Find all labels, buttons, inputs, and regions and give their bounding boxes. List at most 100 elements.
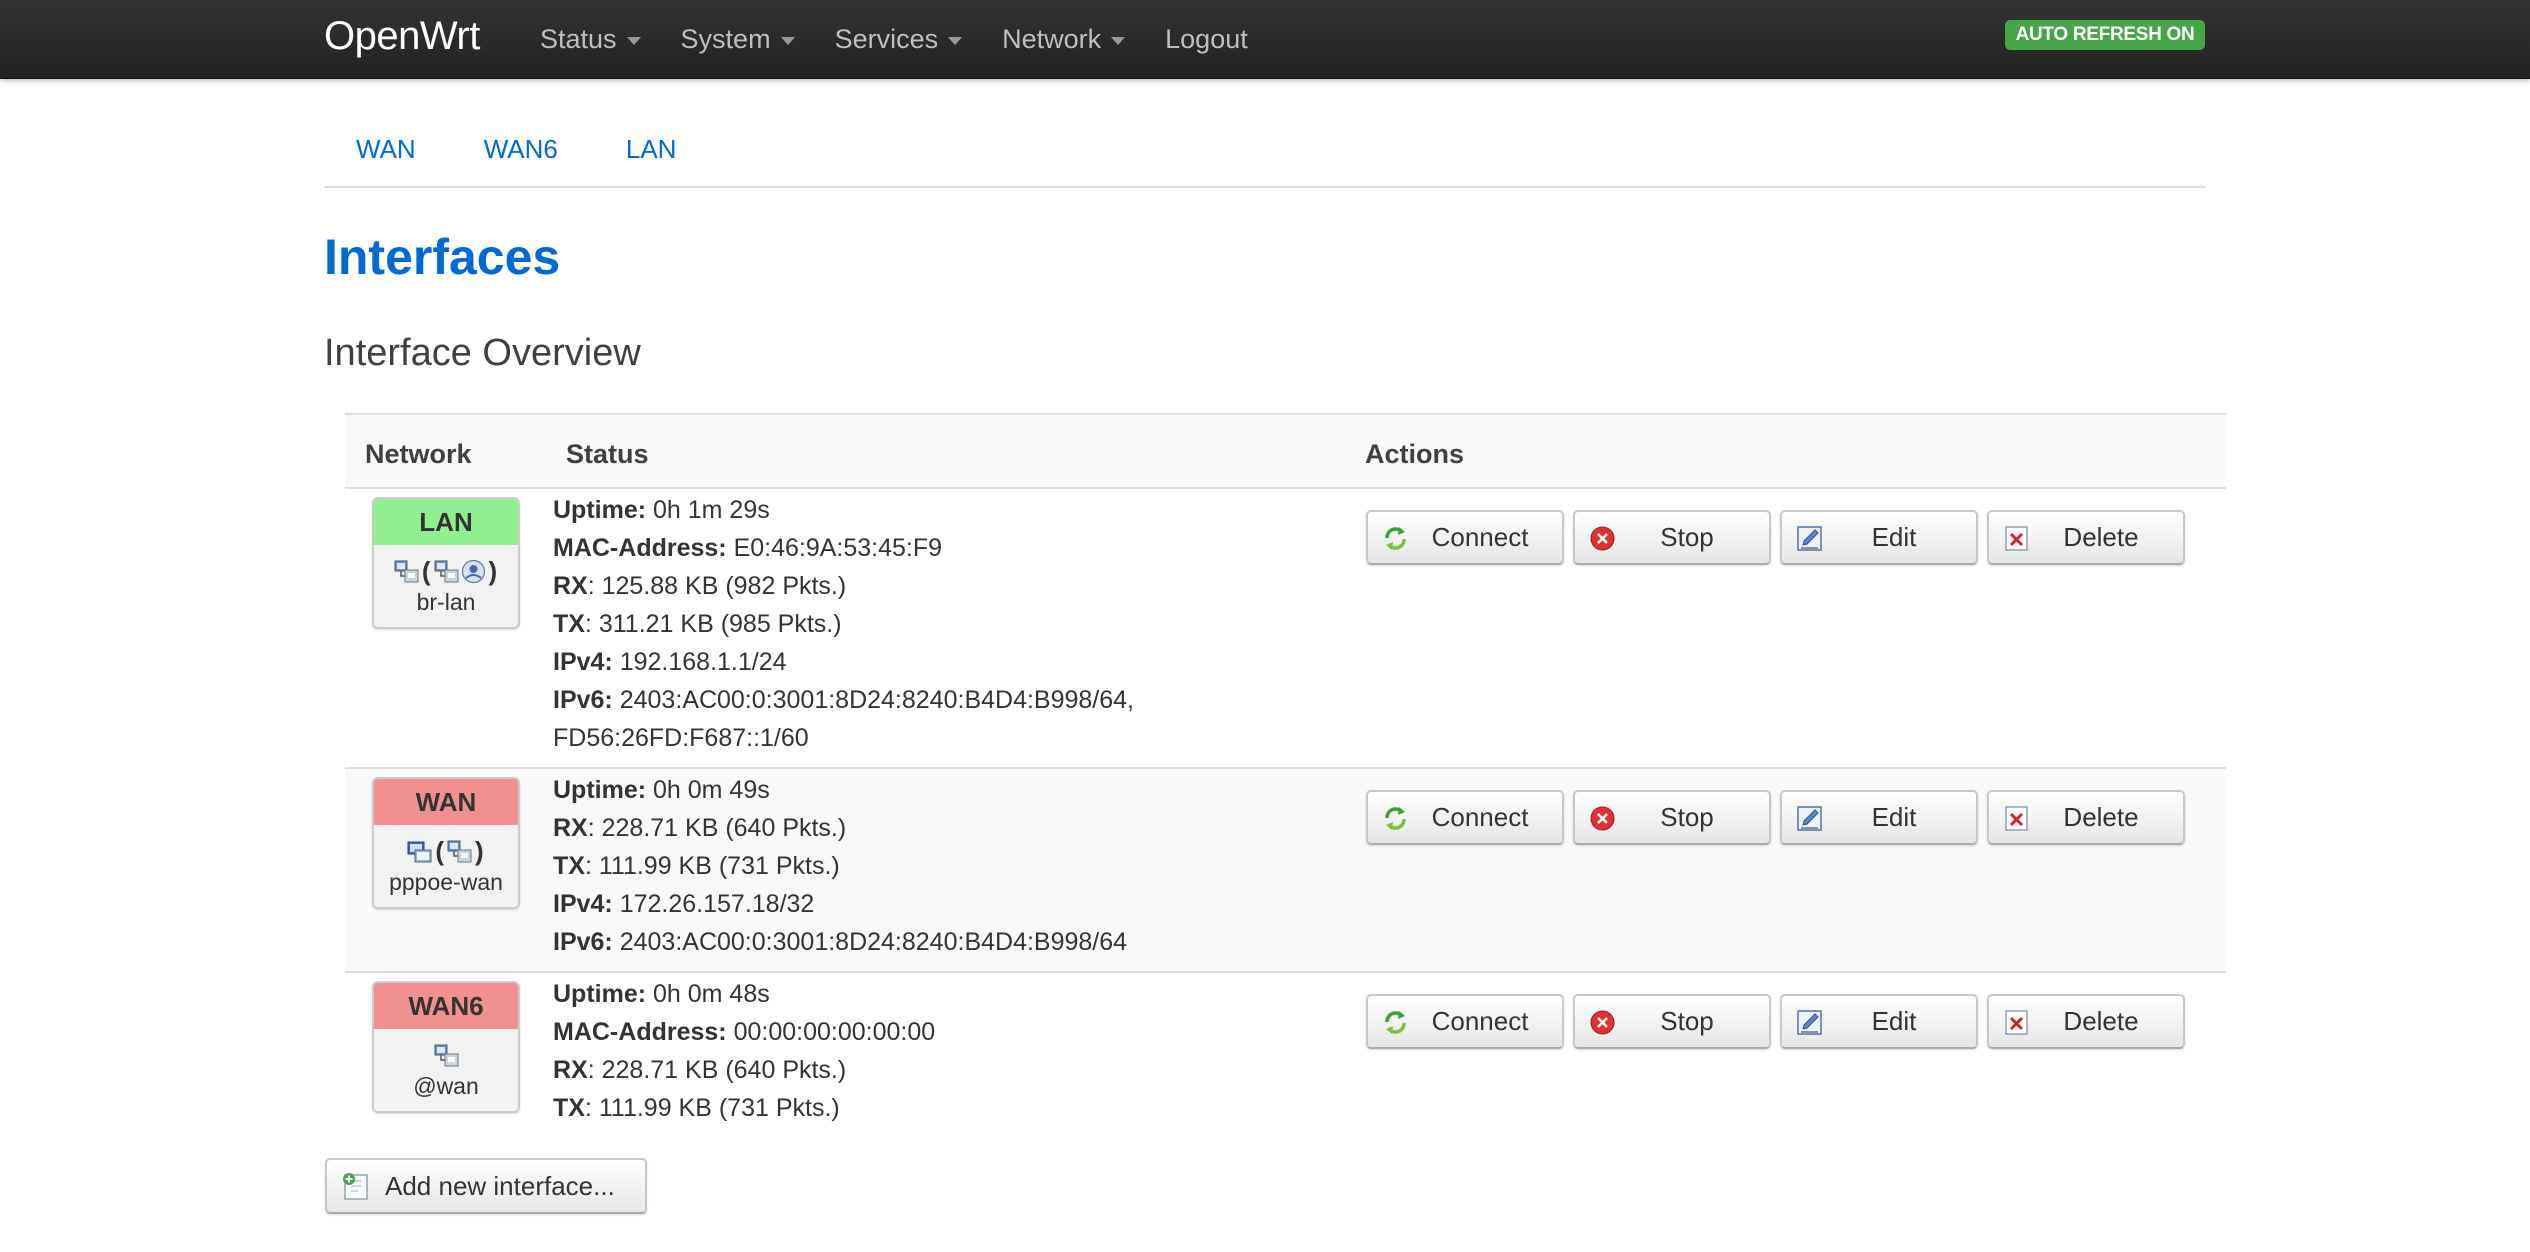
status-line: Uptime: 0h 0m 48s xyxy=(553,980,770,1008)
network-name: WAN6 xyxy=(374,983,518,1029)
status-line: RX: 228.71 KB (640 Pkts.) xyxy=(553,1056,847,1084)
interface-tabs: WAN WAN6 LAN xyxy=(324,118,2206,188)
caret-down-icon xyxy=(1111,37,1126,45)
delete-button[interactable]: Delete xyxy=(1987,994,2185,1049)
edit-icon xyxy=(1797,806,1822,831)
status-line: IPv4: 172.26.157.18/32 xyxy=(553,890,815,918)
page-title: Interfaces xyxy=(324,229,561,285)
menu-network[interactable]: Network xyxy=(1002,24,1126,55)
network-badge-wan6: WAN6 @wan xyxy=(372,981,520,1113)
menu-status-label: Status xyxy=(540,24,617,54)
paren-close: ) xyxy=(488,555,498,586)
status-info-wan6: Uptime: 0h 0m 48s MAC-Address: 00:00:00:… xyxy=(553,975,935,1127)
network-device: @wan xyxy=(413,1073,479,1099)
status-line: TX: 111.99 KB (731 Pkts.) xyxy=(553,1094,840,1122)
edit-icon xyxy=(1797,526,1822,551)
table-row-lan: LAN ( ) br-lan Uptime: 0h 1m 29s MAC-Add… xyxy=(345,489,2226,769)
table-row-wan: WAN ( ) pppoe-wan Uptime: 0h 0m 49s RX: … xyxy=(345,769,2226,973)
menu-network-label: Network xyxy=(1002,24,1102,54)
network-icons: ( ) xyxy=(374,825,518,869)
status-line: MAC-Address: E0:46:9A:53:45:F9 xyxy=(553,534,943,562)
edit-icon xyxy=(1797,1010,1822,1035)
network-device: pppoe-wan xyxy=(389,869,503,895)
menu-system-label: System xyxy=(680,24,771,54)
menu-services-label: Services xyxy=(834,24,939,54)
actions-wan6: Connect Stop Edit Delete xyxy=(1366,994,2194,1049)
network-badge-lan: LAN ( ) br-lan xyxy=(372,497,520,629)
network-badge-wan: WAN ( ) pppoe-wan xyxy=(372,777,520,909)
status-line: TX: 111.99 KB (731 Pkts.) xyxy=(553,852,840,880)
delete-icon xyxy=(2004,525,2029,552)
delete-button[interactable]: Delete xyxy=(1987,790,2185,845)
tab-lan[interactable]: LAN xyxy=(626,134,677,165)
stop-icon xyxy=(1589,1009,1616,1036)
network-icons xyxy=(374,1029,518,1073)
main-menu: Status System Services Network Logout xyxy=(540,0,1288,79)
status-line: Uptime: 0h 0m 49s xyxy=(553,776,770,804)
stop-icon xyxy=(1589,525,1616,552)
network-icons: ( ) xyxy=(374,545,518,589)
connect-button[interactable]: Connect xyxy=(1366,510,1564,565)
status-line: Uptime: 0h 1m 29s xyxy=(553,496,770,524)
status-line: IPv6: 2403:AC00:0:3001:8D24:8240:B4D4:B9… xyxy=(553,686,1135,714)
stop-button[interactable]: Stop xyxy=(1573,510,1771,565)
status-info-wan: Uptime: 0h 0m 49s RX: 228.71 KB (640 Pkt… xyxy=(553,771,1127,961)
auto-refresh-toggle[interactable]: AUTO REFRESH ON xyxy=(2005,20,2205,50)
delete-icon xyxy=(2004,1009,2029,1036)
add-interface-label: Add new interface... xyxy=(385,1170,615,1201)
status-line: RX: 125.88 KB (982 Pkts.) xyxy=(553,572,847,600)
menu-logout[interactable]: Logout xyxy=(1165,24,1248,55)
edit-button[interactable]: Edit xyxy=(1780,790,1978,845)
connect-button[interactable]: Connect xyxy=(1366,994,1564,1049)
menu-system[interactable]: System xyxy=(681,24,795,55)
tab-wan6[interactable]: WAN6 xyxy=(484,134,558,165)
edit-button[interactable]: Edit xyxy=(1780,994,1978,1049)
header-network: Network xyxy=(365,439,472,469)
menu-status[interactable]: Status xyxy=(540,24,641,55)
header-status: Status xyxy=(566,439,649,469)
reload-icon xyxy=(1384,1009,1407,1036)
menu-logout-label: Logout xyxy=(1165,24,1248,54)
network-name: WAN xyxy=(374,779,518,825)
stop-button[interactable]: Stop xyxy=(1573,790,1771,845)
wireless-icon xyxy=(461,559,485,583)
stop-icon xyxy=(1589,805,1616,832)
paren-open: ( xyxy=(435,835,444,866)
brand-logo[interactable]: OpenWrt xyxy=(324,14,480,59)
add-interface-button[interactable]: Add new interface... xyxy=(325,1158,647,1214)
actions-wan: Connect Stop Edit Delete xyxy=(1366,790,2194,845)
reload-icon xyxy=(1384,805,1407,832)
network-device: br-lan xyxy=(416,589,476,615)
network-name: LAN xyxy=(374,499,518,545)
stop-button[interactable]: Stop xyxy=(1573,994,1771,1049)
tunnel-icon xyxy=(407,841,432,862)
status-line: MAC-Address: 00:00:00:00:00:00 xyxy=(553,1018,936,1046)
paren-close: ) xyxy=(475,835,484,866)
tab-wan[interactable]: WAN xyxy=(356,134,416,165)
menu-services[interactable]: Services xyxy=(835,24,963,55)
edit-button[interactable]: Edit xyxy=(1780,510,1978,565)
table-header: Network Status Actions xyxy=(345,413,2226,489)
top-navbar: OpenWrt Status System Services Network L… xyxy=(0,0,2530,79)
status-line: FD56:26FD:F687::1/60 xyxy=(553,724,809,752)
status-line: RX: 228.71 KB (640 Pkts.) xyxy=(553,814,847,842)
status-line: IPv6: 2403:AC00:0:3001:8D24:8240:B4D4:B9… xyxy=(553,928,1128,956)
delete-button[interactable]: Delete xyxy=(1987,510,2185,565)
interface-table: Network Status Actions LAN ( ) br-lan Up… xyxy=(345,413,2226,1138)
status-info-lan: Uptime: 0h 1m 29s MAC-Address: E0:46:9A:… xyxy=(553,491,1134,757)
status-line: IPv4: 192.168.1.1/24 xyxy=(553,648,787,676)
add-icon xyxy=(342,1172,368,1200)
caret-down-icon xyxy=(948,37,963,45)
ethernet-icon xyxy=(433,559,459,583)
actions-lan: Connect Stop Edit Delete xyxy=(1366,510,2194,565)
status-line: TX: 311.21 KB (985 Pkts.) xyxy=(553,610,842,638)
header-actions: Actions xyxy=(1365,439,1465,469)
delete-icon xyxy=(2004,805,2029,832)
table-row-wan6: WAN6 @wan Uptime: 0h 0m 48s MAC-Address:… xyxy=(345,973,2226,1138)
reload-icon xyxy=(1384,525,1407,552)
connect-button[interactable]: Connect xyxy=(1366,790,1564,845)
section-title: Interface Overview xyxy=(324,332,641,374)
caret-down-icon xyxy=(780,37,795,45)
ethernet-icon xyxy=(394,559,419,583)
ethernet-icon xyxy=(433,1043,459,1067)
